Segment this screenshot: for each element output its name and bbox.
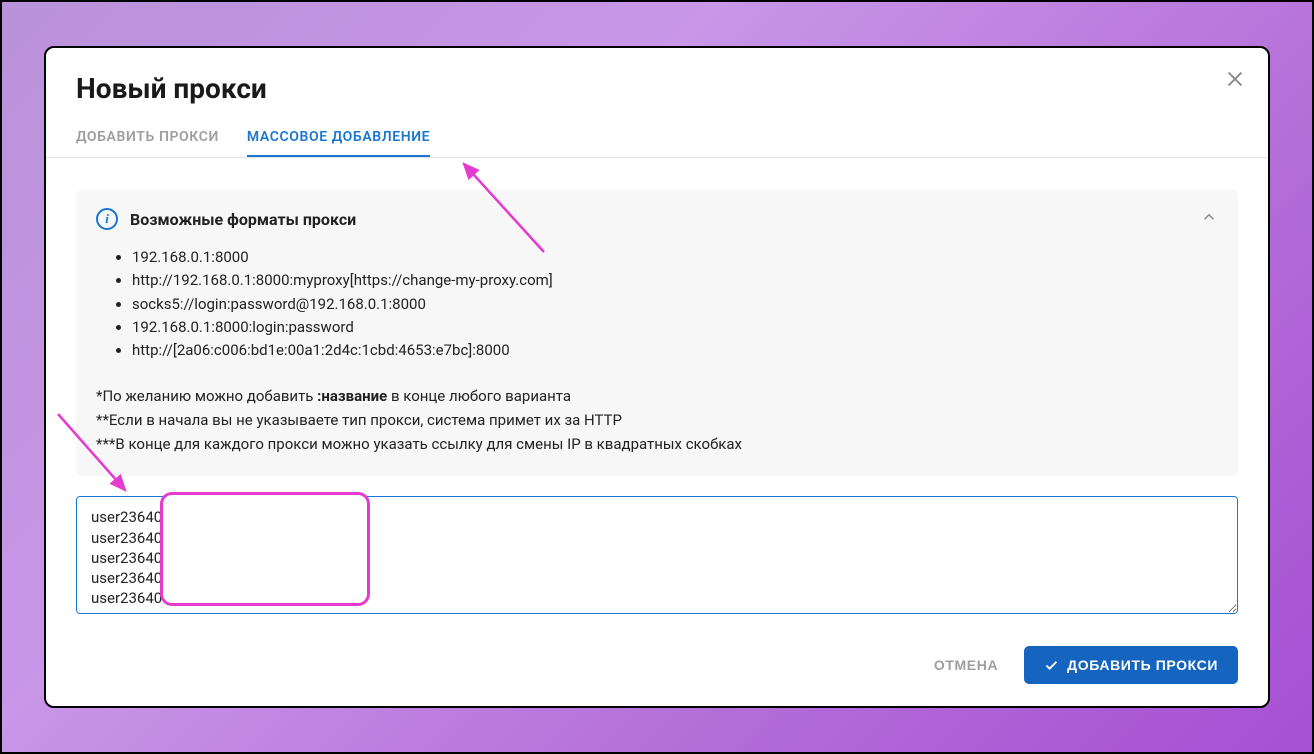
modal-body: i Возможные форматы прокси 192.168.0.1:8… — [46, 158, 1268, 628]
close-icon[interactable] — [1224, 68, 1246, 90]
cancel-button[interactable]: ОТМЕНА — [934, 657, 998, 673]
proxy-textarea-wrap — [76, 496, 1238, 628]
format-item: 192.168.0.1:8000:login:password — [132, 316, 1218, 339]
info-icon: i — [96, 208, 118, 230]
note-line: *По желанию можно добавить :название в к… — [96, 384, 1218, 408]
modal-footer: ОТМЕНА ДОБАВИТЬ ПРОКСИ — [46, 628, 1268, 706]
info-title: Возможные форматы прокси — [130, 210, 356, 229]
format-item: http://192.168.0.1:8000:myproxy[https://… — [132, 269, 1218, 292]
proxy-textarea[interactable] — [76, 496, 1238, 614]
chevron-up-icon[interactable] — [1200, 208, 1218, 226]
modal-header: Новый прокси — [46, 48, 1268, 119]
add-proxy-button[interactable]: ДОБАВИТЬ ПРОКСИ — [1024, 646, 1238, 684]
tab-add-proxy[interactable]: ДОБАВИТЬ ПРОКСИ — [76, 119, 219, 157]
modal-title: Новый прокси — [76, 72, 1238, 105]
format-list: 192.168.0.1:8000 http://192.168.0.1:8000… — [96, 246, 1218, 362]
check-icon — [1044, 658, 1059, 673]
format-item: 192.168.0.1:8000 — [132, 246, 1218, 269]
info-panel: i Возможные форматы прокси 192.168.0.1:8… — [76, 190, 1238, 476]
note-line: **Если в начала вы не указываете тип про… — [96, 408, 1218, 432]
note-line: ***В конце для каждого прокси можно указ… — [96, 432, 1218, 456]
new-proxy-modal: Новый прокси ДОБАВИТЬ ПРОКСИ МАССОВОЕ ДО… — [44, 46, 1270, 708]
add-proxy-label: ДОБАВИТЬ ПРОКСИ — [1067, 657, 1218, 673]
format-item: socks5://login:password@192.168.0.1:8000 — [132, 293, 1218, 316]
format-item: http://[2a06:c006:bd1e:00a1:2d4c:1cbd:46… — [132, 339, 1218, 362]
format-notes: *По желанию можно добавить :название в к… — [96, 384, 1218, 456]
tabs: ДОБАВИТЬ ПРОКСИ МАССОВОЕ ДОБАВЛЕНИЕ — [46, 119, 1268, 158]
tab-bulk-add[interactable]: МАССОВОЕ ДОБАВЛЕНИЕ — [247, 119, 430, 157]
info-header: i Возможные форматы прокси — [96, 208, 1218, 230]
